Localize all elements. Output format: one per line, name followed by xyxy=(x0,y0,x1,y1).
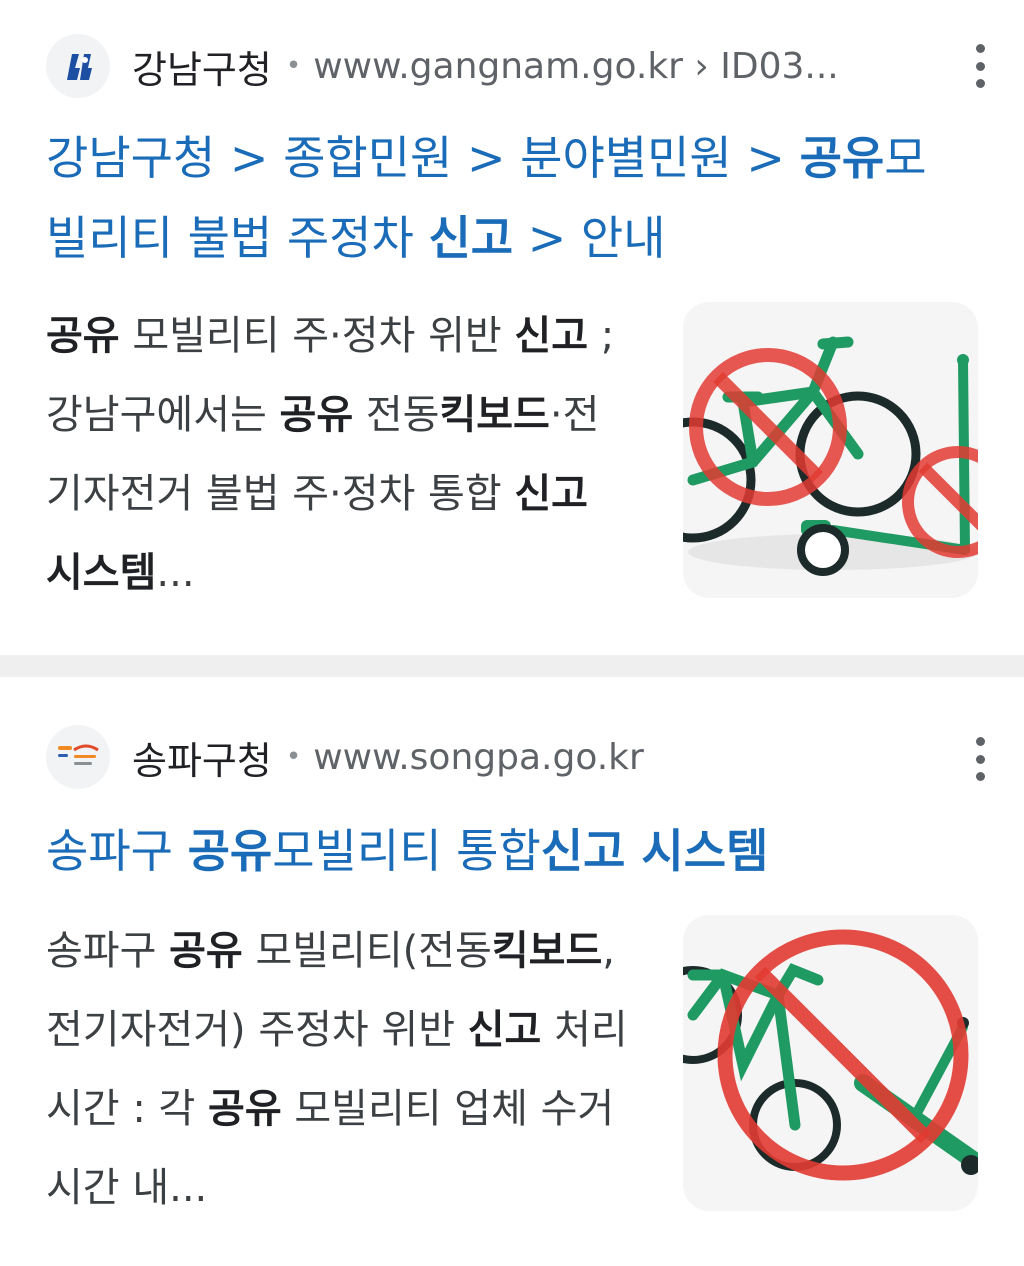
result-thumbnail[interactable] xyxy=(683,915,978,1211)
snippet-highlight: 신고 xyxy=(467,1007,542,1053)
site-name: 강남구청 xyxy=(132,47,272,92)
more-vert-icon[interactable] xyxy=(970,44,990,88)
breadcrumb-sep: > xyxy=(215,131,284,185)
title-highlight[interactable]: 공유 xyxy=(800,131,885,185)
result-thumbnail[interactable] xyxy=(683,302,978,598)
result-title-link[interactable]: 송파구 공유모빌리티 통합신고 시스템 xyxy=(46,811,966,891)
breadcrumb-3[interactable]: 분야별민원 xyxy=(520,131,732,185)
site-info[interactable]: 강남구청 • www.gangnam.go.kr › ID03... xyxy=(46,34,839,98)
breadcrumb-sep: > xyxy=(731,131,800,185)
breadcrumb-5[interactable]: 안내 xyxy=(581,211,666,265)
breadcrumb-sep: > xyxy=(452,131,521,185)
separator-dot: • xyxy=(285,742,302,772)
snippet-highlight: 킥보드 xyxy=(491,928,603,974)
breadcrumb-2[interactable]: 종합민원 xyxy=(283,131,452,185)
snippet-text: 송파구 xyxy=(46,928,170,974)
site-url: www.gangnam.go.kr › ID03... xyxy=(313,45,839,87)
search-result-gangnam: 강남구청 • www.gangnam.go.kr › ID03... 강남구청 … xyxy=(0,0,1024,655)
songpa-logo-icon xyxy=(46,725,110,789)
snippet-highlight: 킥보드 xyxy=(439,392,550,438)
result-snippet: 송파구 공유 모빌리티(전동킥보드, 전기자전거) 주정차 위반 신고 처리시간… xyxy=(46,912,636,1228)
snippet-highlight: 공유 xyxy=(208,1086,282,1132)
breadcrumb-1[interactable]: 강남구청 xyxy=(46,131,215,185)
snippet-highlight: 공유 xyxy=(169,928,243,974)
title-text[interactable]: 모빌리티 통합 xyxy=(272,824,541,878)
snippet-text: ... xyxy=(156,550,195,596)
result-snippet: 공유 모빌리티 주·정차 위반 신고 ; 강남구에서는 공유 전동킥보드·전기자… xyxy=(46,297,636,613)
snippet-text: 모빌리티(전동 xyxy=(242,928,492,974)
site-name: 송파구청 xyxy=(132,738,272,783)
site-url: www.songpa.go.kr xyxy=(313,736,644,778)
snippet-highlight: 신고 xyxy=(514,313,588,359)
title-highlight[interactable]: 신고 xyxy=(428,211,513,265)
title-highlight[interactable]: 공유 xyxy=(188,824,273,878)
snippet-highlight: 공유 xyxy=(46,313,120,359)
site-info[interactable]: 송파구청 • www.songpa.go.kr xyxy=(46,725,644,789)
results-divider xyxy=(0,655,1024,677)
search-result-songpa: 송파구청 • www.songpa.go.kr 송파구 공유모빌리티 통합신고 … xyxy=(0,677,1024,1266)
separator-dot: • xyxy=(285,51,302,81)
result-title-link[interactable]: 강남구청 > 종합민원 > 분야별민원 > 공유모빌리티 불법 주정차 신고 >… xyxy=(46,118,966,278)
breadcrumb-sep: > xyxy=(513,211,581,265)
snippet-highlight: 공유 xyxy=(279,392,354,438)
title-text[interactable]: 송파구 xyxy=(46,824,188,878)
title-highlight[interactable]: 신고 시스템 xyxy=(541,824,769,878)
snippet-text: 모빌리티 주·정차 위반 xyxy=(119,313,515,359)
snippet-text: 전동 xyxy=(353,392,440,438)
more-vert-icon[interactable] xyxy=(970,737,990,781)
gangnam-logo-icon xyxy=(46,34,110,98)
